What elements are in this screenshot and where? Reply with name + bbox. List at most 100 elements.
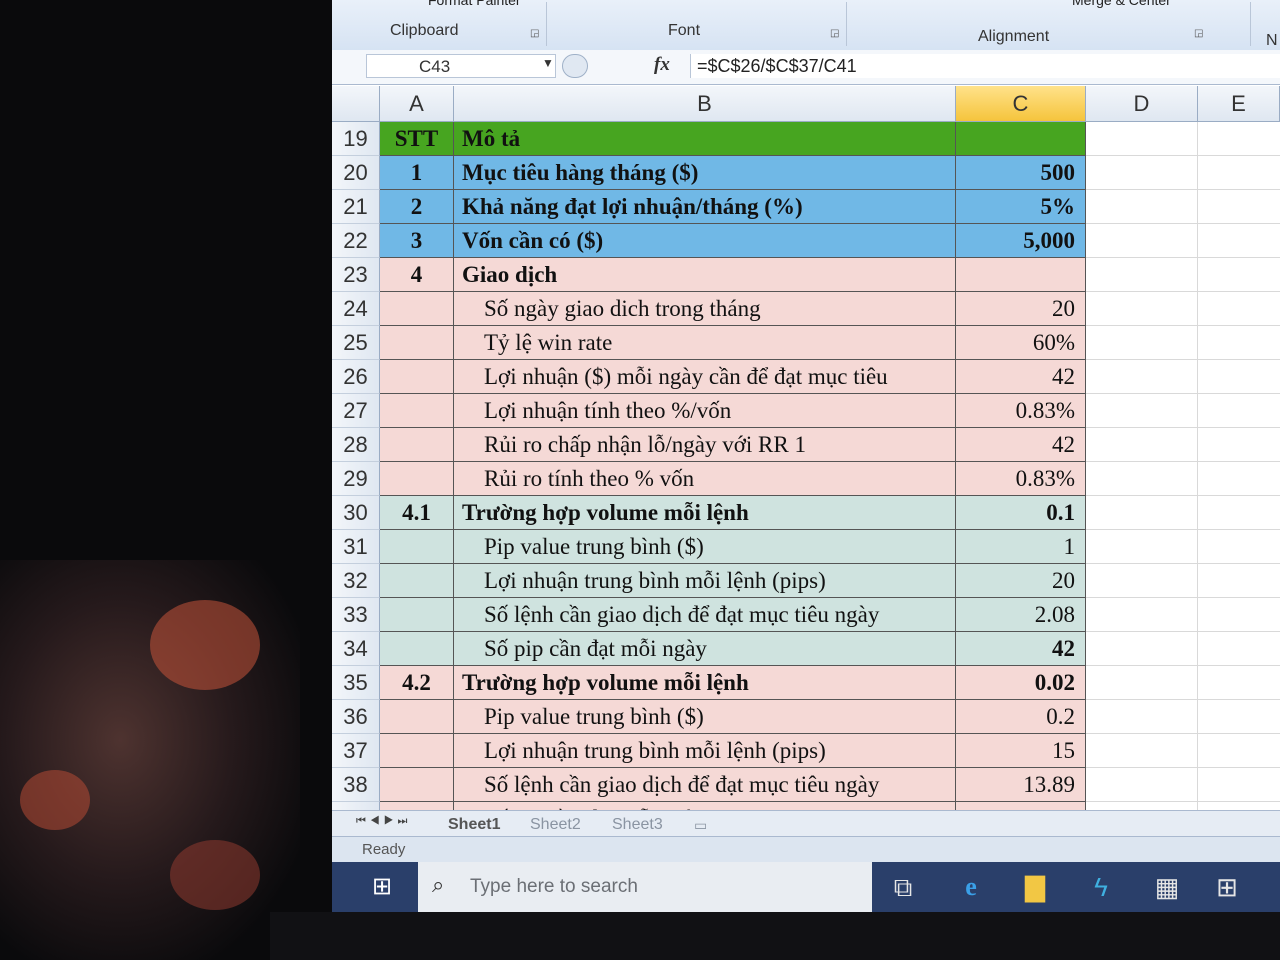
cell-d27[interactable] — [1086, 394, 1198, 428]
cell-b26[interactable]: Lợi nhuận ($) mỗi ngày cần để đạt mục ti… — [454, 360, 956, 394]
cell-d21[interactable] — [1086, 190, 1198, 224]
cell-a38[interactable] — [380, 768, 454, 802]
row-header[interactable]: 28 — [332, 428, 380, 462]
row-header[interactable]: 36 — [332, 700, 380, 734]
row-header[interactable]: 34 — [332, 632, 380, 666]
cell-b34[interactable]: Số pip cần đạt mỗi ngày — [454, 632, 956, 666]
row-header[interactable]: 30 — [332, 496, 380, 530]
cell-a27[interactable] — [380, 394, 454, 428]
row-header[interactable]: 22 — [332, 224, 380, 258]
cell-d24[interactable] — [1086, 292, 1198, 326]
merge-center-button[interactable]: Merge & Center — [1072, 0, 1171, 8]
cell-b22[interactable]: Vốn cần có ($) — [454, 224, 956, 258]
cell-e26[interactable] — [1198, 360, 1280, 394]
cell-d37[interactable] — [1086, 734, 1198, 768]
row-header[interactable]: 24 — [332, 292, 380, 326]
cell-a26[interactable] — [380, 360, 454, 394]
taskbar-search-box[interactable]: ⌕ Type here to search — [418, 862, 872, 912]
cell-e27[interactable] — [1198, 394, 1280, 428]
cell-c31[interactable]: 1 — [956, 530, 1086, 564]
row-header[interactable]: 20 — [332, 156, 380, 190]
row-header[interactable]: 26 — [332, 360, 380, 394]
cell-b35[interactable]: Trường hợp volume mỗi lệnh — [454, 666, 956, 700]
cell-a21[interactable]: 2 — [380, 190, 454, 224]
row-header[interactable]: 33 — [332, 598, 380, 632]
cell-e20[interactable] — [1198, 156, 1280, 190]
column-header-b[interactable]: B — [454, 86, 956, 122]
cell-b24[interactable]: Số ngày giao dich trong tháng — [454, 292, 956, 326]
cell-a24[interactable] — [380, 292, 454, 326]
edge-browser-icon[interactable]: e — [954, 870, 988, 904]
store-icon[interactable]: ⊞ — [1210, 870, 1244, 904]
column-header-a[interactable]: A — [380, 86, 454, 122]
cell-a31[interactable] — [380, 530, 454, 564]
cell-b33[interactable]: Số lệnh cần giao dịch để đạt mục tiêu ng… — [454, 598, 956, 632]
cell-d19[interactable] — [1086, 122, 1198, 156]
cell-c27[interactable]: 0.83% — [956, 394, 1086, 428]
column-header-e[interactable]: E — [1198, 86, 1280, 122]
cell-d38[interactable] — [1086, 768, 1198, 802]
cell-e28[interactable] — [1198, 428, 1280, 462]
cell-e19[interactable] — [1198, 122, 1280, 156]
cell-e36[interactable] — [1198, 700, 1280, 734]
cell-c20[interactable]: 500 — [956, 156, 1086, 190]
cell-c33[interactable]: 2.08 — [956, 598, 1086, 632]
format-painter-button[interactable]: Format Painter — [428, 0, 521, 8]
cell-e33[interactable] — [1198, 598, 1280, 632]
row-header[interactable]: 29 — [332, 462, 380, 496]
cell-c25[interactable]: 60% — [956, 326, 1086, 360]
cell-a25[interactable] — [380, 326, 454, 360]
cell-e38[interactable] — [1198, 768, 1280, 802]
cell-d35[interactable] — [1086, 666, 1198, 700]
dialog-launcher-icon[interactable]: ◲ — [530, 28, 539, 39]
cell-b27[interactable]: Lợi nhuận tính theo %/vốn — [454, 394, 956, 428]
dialog-launcher-icon[interactable]: ◲ — [1194, 28, 1203, 39]
cell-e30[interactable] — [1198, 496, 1280, 530]
cell-b29[interactable]: Rủi ro tính theo % vốn — [454, 462, 956, 496]
cell-a29[interactable] — [380, 462, 454, 496]
formula-input[interactable]: =$C$26/$C$37/C41 — [690, 54, 1280, 78]
column-header-d[interactable]: D — [1086, 86, 1198, 122]
cell-a34[interactable] — [380, 632, 454, 666]
cell-e39[interactable] — [1198, 802, 1280, 810]
cell-d33[interactable] — [1086, 598, 1198, 632]
cell-b37[interactable]: Lợi nhuận trung bình mỗi lệnh (pips) — [454, 734, 956, 768]
row-header[interactable]: 21 — [332, 190, 380, 224]
insert-sheet-icon[interactable]: ▭ — [694, 814, 707, 836]
cell-d26[interactable] — [1086, 360, 1198, 394]
cell-e25[interactable] — [1198, 326, 1280, 360]
cell-b21[interactable]: Khả năng đạt lợi nhuận/tháng (%) — [454, 190, 956, 224]
cell-c34[interactable]: 42 — [956, 632, 1086, 666]
cell-d36[interactable] — [1086, 700, 1198, 734]
tab-sheet1[interactable]: Sheet1 — [448, 814, 500, 836]
row-header[interactable]: 38 — [332, 768, 380, 802]
row-header[interactable]: 32 — [332, 564, 380, 598]
cell-b30[interactable]: Trường hợp volume mỗi lệnh — [454, 496, 956, 530]
row-header[interactable]: 39 — [332, 802, 380, 810]
cell-d34[interactable] — [1086, 632, 1198, 666]
cell-e32[interactable] — [1198, 564, 1280, 598]
row-header[interactable]: 31 — [332, 530, 380, 564]
cell-e23[interactable] — [1198, 258, 1280, 292]
cell-a37[interactable] — [380, 734, 454, 768]
cell-a36[interactable] — [380, 700, 454, 734]
row-header[interactable]: 23 — [332, 258, 380, 292]
app-shortcut-icon[interactable]: ϟ — [1084, 870, 1118, 904]
cell-d23[interactable] — [1086, 258, 1198, 292]
row-header[interactable]: 25 — [332, 326, 380, 360]
select-all-button[interactable] — [332, 86, 380, 122]
task-view-icon[interactable]: ⧉ — [886, 870, 920, 904]
insert-function-icon[interactable]: fx — [654, 54, 670, 76]
windows-start-icon[interactable]: ⊞ — [360, 872, 404, 902]
cell-e35[interactable] — [1198, 666, 1280, 700]
cell-b31[interactable]: Pip value trung bình ($) — [454, 530, 956, 564]
cell-a30[interactable]: 4.1 — [380, 496, 454, 530]
cell-a39[interactable] — [380, 802, 454, 810]
cell-d25[interactable] — [1086, 326, 1198, 360]
cell-a35[interactable]: 4.2 — [380, 666, 454, 700]
row-header[interactable]: 37 — [332, 734, 380, 768]
row-header[interactable]: 19 — [332, 122, 380, 156]
cell-e24[interactable] — [1198, 292, 1280, 326]
cell-b20[interactable]: Mục tiêu hàng tháng ($) — [454, 156, 956, 190]
cell-c28[interactable]: 42 — [956, 428, 1086, 462]
